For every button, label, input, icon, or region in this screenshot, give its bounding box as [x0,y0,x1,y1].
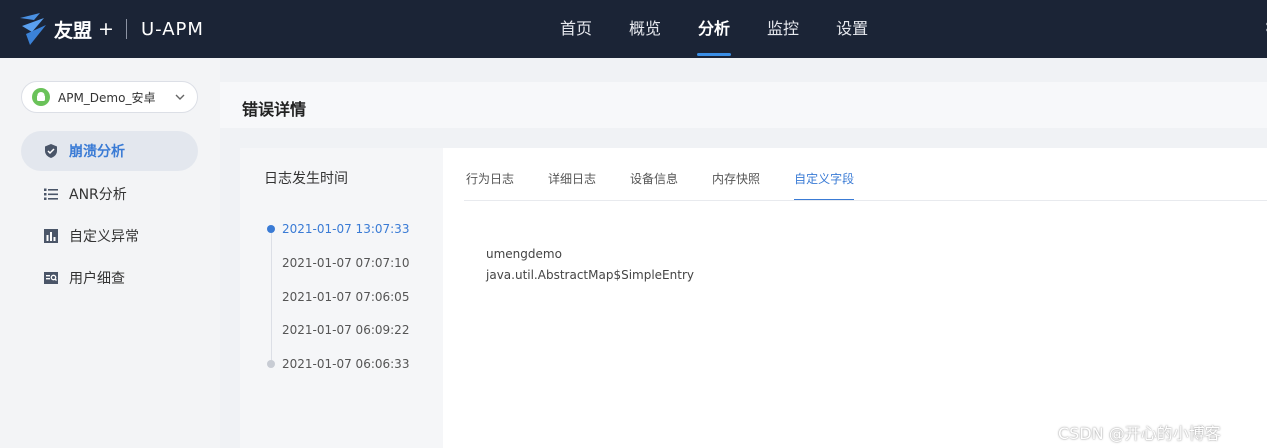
log-time-header: 日志发生时间 [264,171,348,187]
timeline-dot [267,360,275,368]
brand-name: 友盟 [54,19,93,42]
nav-analysis[interactable]: 分析 [697,0,732,58]
nav-overview[interactable]: 概览 [629,0,661,58]
umeng-logo-icon [20,13,46,45]
tab-custom-fields[interactable]: 自定义字段 [794,170,855,201]
list-icon [43,186,59,202]
logo[interactable]: 友盟 + U-APM [18,11,204,47]
app-selector-value: APM_Demo_安卓 [58,90,156,105]
sidebar-item-label: 自定义异常 [69,229,139,245]
sidebar-item-custom-exception[interactable]: 自定义异常 [21,216,198,256]
sidebar-item-label: 用户细查 [69,271,125,287]
timeline-item[interactable]: 2021-01-07 06:09:22 [282,323,409,337]
tab-divider [464,200,1267,201]
user-search-icon [43,270,59,286]
timeline-item[interactable]: 2021-01-07 07:07:10 [282,256,409,270]
custom-field-value: java.util.AbstractMap$SimpleEntry [486,268,694,282]
timeline-item[interactable]: 2021-01-07 06:06:33 [282,357,409,371]
timeline-line [271,229,272,364]
sidebar: APM_Demo_安卓 崩溃分析 ANR分析 自定义异常 用户细查 [0,58,220,448]
timeline-dot-active [267,225,275,233]
android-icon [32,88,50,106]
app-selector[interactable]: APM_Demo_安卓 [21,81,198,113]
watermark: CSDN @开心的小博客 [1058,424,1221,443]
page-title: 错误详情 [242,100,307,119]
product-name: U-APM [140,18,204,40]
timeline-item[interactable]: 2021-01-07 13:07:33 [282,222,409,236]
sidebar-item-label: 崩溃分析 [69,144,125,160]
top-bar: 友盟 + U-APM 首页 概览 分析 监控 设置 [0,0,1267,58]
tab-behavior-log[interactable]: 行为日志 [466,170,514,201]
bar-chart-icon [43,228,59,244]
nav-monitor[interactable]: 监控 [767,0,799,58]
detail-tabs: 行为日志 详细日志 设备信息 内存快照 自定义字段 [466,170,888,201]
chevron-down-icon [175,94,185,100]
main-nav: 首页 概览 分析 监控 设置 [560,0,905,58]
brand-divider [125,19,127,39]
sidebar-item-anr-analysis[interactable]: ANR分析 [21,174,198,214]
sidebar-item-label: ANR分析 [69,187,127,203]
sidebar-item-user-search[interactable]: 用户细查 [21,258,198,298]
tab-detailed-log[interactable]: 详细日志 [548,170,596,201]
shield-icon [43,143,59,159]
nav-settings[interactable]: 设置 [836,0,868,58]
custom-field-value: umengdemo [486,247,562,261]
more-icon[interactable] [1263,21,1267,35]
title-bar [220,82,1267,128]
tab-memory-snapshot[interactable]: 内存快照 [712,170,760,201]
nav-home[interactable]: 首页 [560,0,592,58]
tab-device-info[interactable]: 设备信息 [630,170,678,201]
timeline-item[interactable]: 2021-01-07 07:06:05 [282,290,409,304]
sidebar-item-crash-analysis[interactable]: 崩溃分析 [21,131,198,171]
brand-plus: + [98,18,114,40]
